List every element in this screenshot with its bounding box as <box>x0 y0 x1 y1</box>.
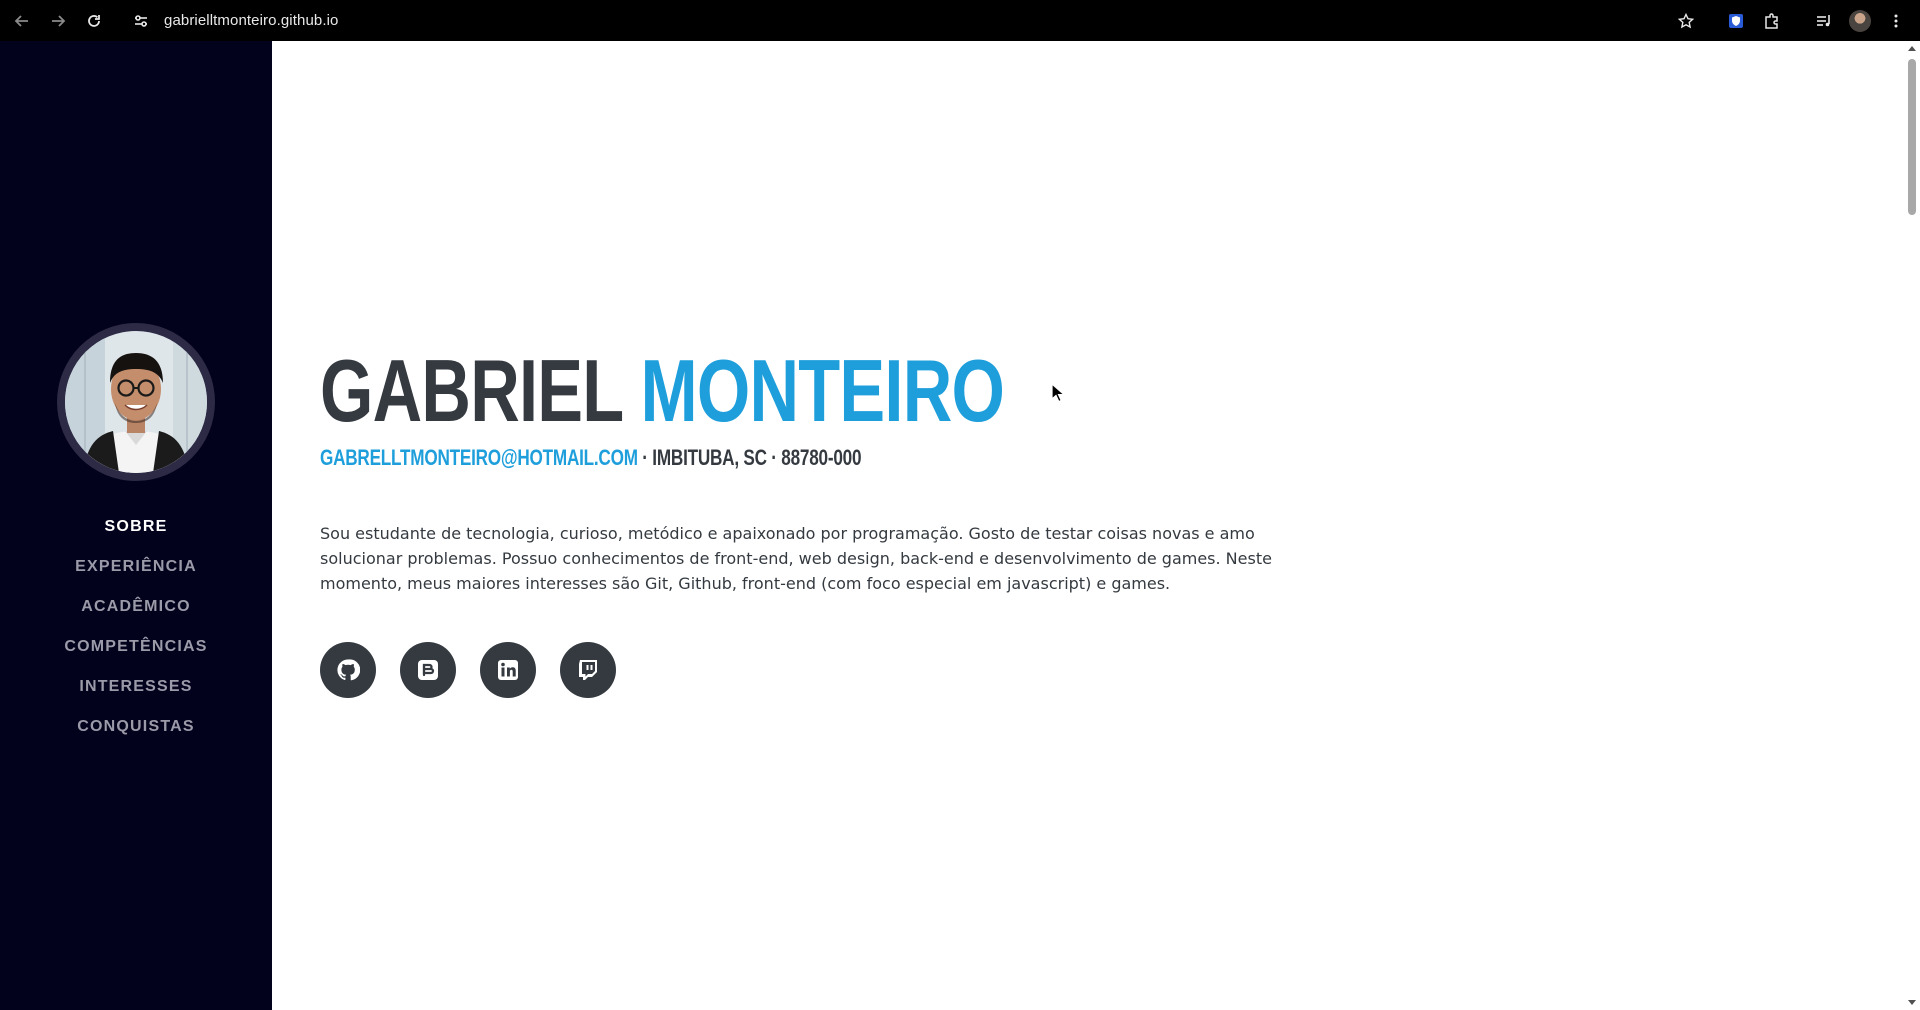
last-name: MONTEIRO <box>640 341 1005 440</box>
page-scrollbar[interactable] <box>1904 41 1920 1010</box>
scroll-up-arrow-icon[interactable] <box>1908 46 1916 51</box>
nav-item-sobre[interactable]: SOBRE <box>105 507 168 547</box>
address-bar-url[interactable]: gabrielltmonteiro.github.io <box>164 12 338 29</box>
shield-extension-icon <box>1729 13 1743 28</box>
tune-icon <box>135 14 147 27</box>
scrollbar-thumb[interactable] <box>1908 59 1916 215</box>
twitch-link[interactable] <box>560 642 616 698</box>
star-icon <box>1678 12 1694 28</box>
social-links <box>320 642 1320 698</box>
extensions-menu-button[interactable] <box>1754 4 1790 38</box>
arrow-left-icon <box>14 14 28 27</box>
contact-line: GABRELLTMONTEIRO@HOTMAIL.COM · IMBITUBA,… <box>320 443 1100 473</box>
twitch-icon <box>579 660 597 680</box>
profile-photo-frame <box>57 323 215 481</box>
browser-toolbar: gabrielltmonteiro.github.io <box>0 0 1920 41</box>
arrow-right-icon <box>52 14 66 27</box>
nav-item-academico[interactable]: ACADÊMICO <box>81 587 190 627</box>
extension-button[interactable] <box>1718 4 1754 38</box>
media-control-button[interactable] <box>1806 4 1842 38</box>
bookmark-button[interactable] <box>1668 4 1704 38</box>
reload-button[interactable] <box>76 4 112 38</box>
about-text: Sou estudante de tecnologia, curioso, me… <box>320 524 1272 593</box>
kebab-menu-icon <box>1894 14 1898 27</box>
github-link[interactable] <box>320 642 376 698</box>
mouse-cursor-icon <box>1051 383 1065 403</box>
about-section: GABRIEL MONTEIRO GABRELLTMONTEIRO@HOTMAI… <box>320 341 1320 698</box>
puzzle-icon <box>1765 12 1778 29</box>
nav-item-conquistas[interactable]: CONQUISTAS <box>77 707 194 747</box>
github-icon <box>337 659 360 681</box>
profile-photo <box>65 331 207 473</box>
forward-button[interactable] <box>40 4 76 38</box>
blogger-icon <box>418 660 438 680</box>
blogger-link[interactable] <box>400 642 456 698</box>
browser-menu-button[interactable] <box>1878 4 1914 38</box>
email-link[interactable]: GABRELLTMONTEIRO@HOTMAIL.COM <box>320 445 638 470</box>
main-content: GABRIEL MONTEIRO GABRELLTMONTEIRO@HOTMAI… <box>272 41 1904 1010</box>
linkedin-icon <box>498 660 518 680</box>
linkedin-link[interactable] <box>480 642 536 698</box>
sidebar: SOBRE EXPERIÊNCIA ACADÊMICO COMPETÊNCIAS… <box>0 41 272 1010</box>
nav-item-competencias[interactable]: COMPETÊNCIAS <box>64 627 207 667</box>
media-control-icon <box>1817 14 1830 26</box>
nav-item-interesses[interactable]: INTERESSES <box>79 667 192 707</box>
back-button[interactable] <box>4 4 40 38</box>
nav-item-experiencia[interactable]: EXPERIÊNCIA <box>75 547 197 587</box>
page-title: GABRIEL MONTEIRO <box>320 341 1100 441</box>
sidebar-nav: SOBRE EXPERIÊNCIA ACADÊMICO COMPETÊNCIAS… <box>64 507 207 747</box>
profile-avatar <box>1849 9 1871 32</box>
profile-button[interactable] <box>1842 4 1878 38</box>
site-info-button[interactable] <box>126 6 156 36</box>
first-name: GABRIEL <box>320 341 623 440</box>
location-text: · IMBITUBA, SC · 88780-000 <box>637 445 862 470</box>
reload-icon <box>88 14 100 27</box>
scroll-down-arrow-icon[interactable] <box>1908 1000 1916 1005</box>
